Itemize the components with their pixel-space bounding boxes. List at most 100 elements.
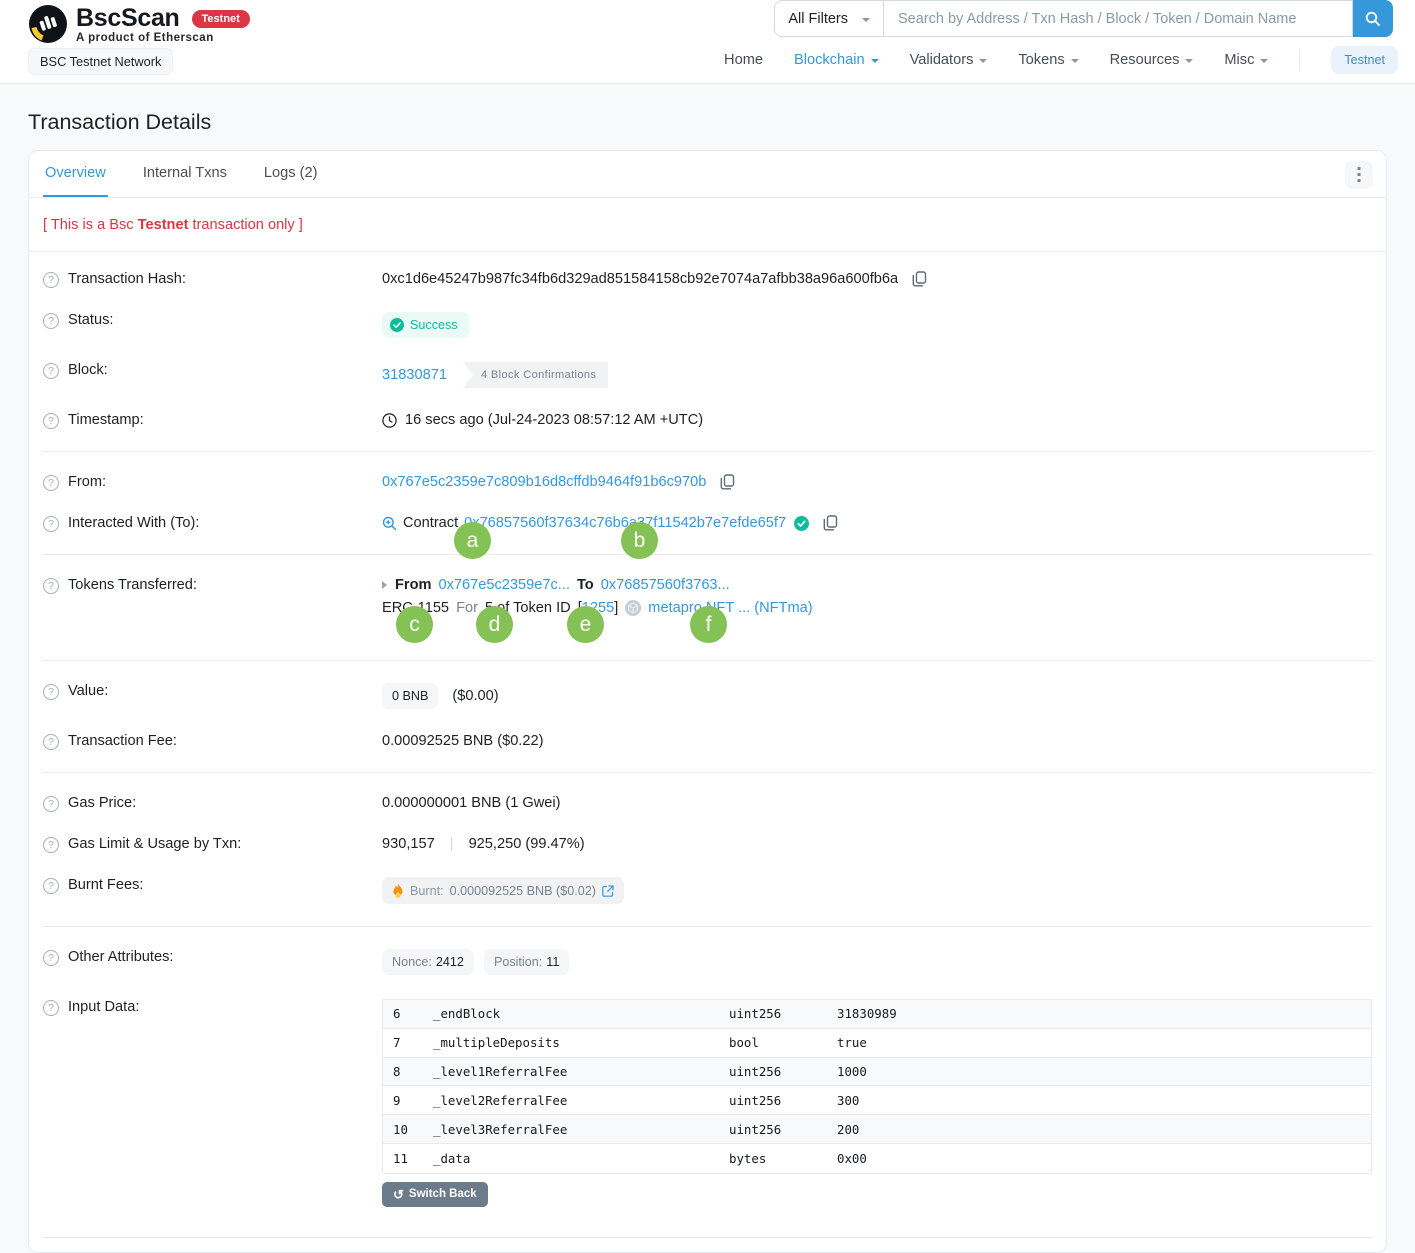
- divider: [43, 1237, 1372, 1238]
- input-data-table[interactable]: 6 _endBlock uint256 31830989 7 _multiple…: [382, 999, 1372, 1174]
- chevron-down-icon: [979, 59, 987, 63]
- transfer-from-address[interactable]: 0x767e5c2359e7c...: [438, 577, 569, 593]
- nav-misc[interactable]: Misc: [1224, 52, 1268, 68]
- burnt-fees-label: Burnt Fees:: [68, 877, 143, 893]
- input-row: 9 _level2ReferralFee uint256 300: [383, 1086, 1371, 1115]
- testnet-notice: [ This is a Bsc Testnet transaction only…: [29, 198, 1386, 252]
- transfer-to-address[interactable]: 0x76857560f3763...: [601, 577, 730, 593]
- position-badge: Position: 11: [484, 949, 569, 975]
- magnifier-plus-icon[interactable]: [382, 516, 397, 531]
- tab-internal-txns[interactable]: Internal Txns: [141, 151, 229, 197]
- interacted-with-label: Interacted With (To):: [68, 515, 199, 531]
- search-input[interactable]: [883, 0, 1353, 37]
- annotation-e: e: [567, 606, 604, 643]
- search-icon: [1365, 11, 1381, 27]
- from-address-link[interactable]: 0x767e5c2359e7c809b16d8cffdb9464f91b6c97…: [382, 474, 706, 490]
- chevron-down-icon: [1071, 59, 1079, 63]
- divider: [43, 660, 1372, 661]
- transaction-card: Overview Internal Txns Logs (2) [ This i…: [28, 150, 1387, 1253]
- help-icon[interactable]: ?: [43, 734, 59, 750]
- brand-testnet-badge: Testnet: [192, 10, 250, 28]
- gas-usage-value: 925,250 (99.47%): [469, 836, 585, 852]
- help-icon[interactable]: ?: [43, 684, 59, 700]
- copy-icon[interactable]: [823, 515, 838, 531]
- token-name-link[interactable]: metapro NFT ... (NFTma): [648, 600, 812, 616]
- gas-limit-label: Gas Limit & Usage by Txn:: [68, 836, 241, 852]
- annotation-c: c: [396, 606, 433, 643]
- divider: [43, 926, 1372, 927]
- status-label: Status:: [68, 312, 113, 328]
- block-confirmations-badge: 4 Block Confirmations: [463, 362, 608, 388]
- chevron-down-icon: [1185, 59, 1193, 63]
- tab-bar: Overview Internal Txns Logs (2): [29, 151, 1386, 198]
- help-icon[interactable]: ?: [43, 313, 59, 329]
- copy-icon[interactable]: [720, 474, 735, 490]
- value-badge: 0 BNB: [382, 683, 438, 709]
- annotation-a: a: [454, 522, 491, 559]
- token-logo-icon: [625, 600, 641, 616]
- brand-name: BscScan: [76, 4, 180, 33]
- input-row: 8 _level1ReferralFee uint256 1000: [383, 1058, 1371, 1087]
- nav-home[interactable]: Home: [724, 52, 763, 68]
- burnt-value: 0.000092525 BNB ($0.02): [450, 884, 596, 898]
- help-icon[interactable]: ?: [43, 363, 59, 379]
- site-header: BscScan Testnet A product of Etherscan B…: [0, 0, 1415, 84]
- chevron-down-icon: [1260, 59, 1268, 63]
- row-gas-limit-usage: ? Gas Limit & Usage by Txn: 930,157 | 92…: [43, 824, 1372, 865]
- nav-blockchain[interactable]: Blockchain: [794, 52, 879, 68]
- block-number-link[interactable]: 31830871: [382, 367, 447, 383]
- switch-back-button[interactable]: ↺ Switch Back: [382, 1182, 488, 1207]
- help-icon[interactable]: ?: [43, 950, 59, 966]
- help-icon[interactable]: ?: [43, 878, 59, 894]
- divider: [43, 451, 1372, 452]
- nav-tokens[interactable]: Tokens: [1018, 52, 1078, 68]
- row-status: ? Status: Success: [43, 300, 1372, 350]
- more-options-button[interactable]: [1345, 161, 1373, 189]
- external-link-icon[interactable]: [602, 885, 614, 897]
- kebab-icon: [1357, 167, 1361, 183]
- help-icon[interactable]: ?: [43, 837, 59, 853]
- network-pill: BSC Testnet Network: [28, 48, 173, 75]
- brand[interactable]: BscScan Testnet A product of Etherscan: [28, 4, 250, 48]
- row-other-attributes: ? Other Attributes: Nonce: 2412 Position…: [43, 937, 1372, 987]
- gas-price-label: Gas Price:: [68, 795, 136, 811]
- main-nav: Home Blockchain Validators Tokens Resour…: [724, 46, 1398, 74]
- search-button[interactable]: [1353, 0, 1393, 37]
- input-row: 11 _data bytes 0x00: [383, 1144, 1371, 1173]
- gas-price-value: 0.000000001 BNB (1 Gwei): [382, 795, 560, 811]
- for-word: For: [456, 600, 478, 616]
- divider: [43, 554, 1372, 555]
- copy-icon[interactable]: [912, 271, 927, 287]
- tokens-transferred-label: Tokens Transferred:: [68, 577, 197, 593]
- tab-logs[interactable]: Logs (2): [262, 151, 320, 197]
- row-block: ? Block: 31830871 4 Block Confirmations: [43, 350, 1372, 400]
- search-bar: All Filters: [774, 0, 1393, 37]
- burnt-prefix: Burnt:: [410, 884, 444, 898]
- tx-hash-label: Transaction Hash:: [68, 271, 186, 287]
- help-icon[interactable]: ?: [43, 796, 59, 812]
- transfer-from-word: From: [395, 577, 431, 593]
- fire-icon: [392, 883, 404, 898]
- row-transaction-fee: ? Transaction Fee: 0.00092525 BNB ($0.22…: [43, 721, 1372, 762]
- input-row: 10 _level3ReferralFee uint256 200: [383, 1115, 1371, 1144]
- chevron-down-icon: [871, 59, 879, 63]
- row-value: ? Value: 0 BNB ($0.00): [43, 671, 1372, 721]
- tab-overview[interactable]: Overview: [43, 151, 108, 197]
- help-icon[interactable]: ?: [43, 272, 59, 288]
- help-icon[interactable]: ?: [43, 578, 59, 594]
- transfer-to-word: To: [577, 577, 594, 593]
- testnet-network-button[interactable]: Testnet: [1331, 46, 1398, 74]
- pipe-divider: |: [450, 836, 454, 852]
- nav-resources[interactable]: Resources: [1110, 52, 1194, 68]
- filter-label: All Filters: [788, 11, 848, 27]
- help-icon[interactable]: ?: [43, 475, 59, 491]
- check-circle-icon: [390, 318, 404, 332]
- nav-validators[interactable]: Validators: [910, 52, 988, 68]
- bscscan-logo-icon: [28, 4, 68, 48]
- input-row: 6 _endBlock uint256 31830989: [383, 1000, 1371, 1029]
- row-transaction-hash: ? Transaction Hash: 0xc1d6e45247b987fc34…: [43, 259, 1372, 300]
- help-icon[interactable]: ?: [43, 1000, 59, 1016]
- help-icon[interactable]: ?: [43, 516, 59, 532]
- search-filter-dropdown[interactable]: All Filters: [774, 0, 883, 37]
- help-icon[interactable]: ?: [43, 413, 59, 429]
